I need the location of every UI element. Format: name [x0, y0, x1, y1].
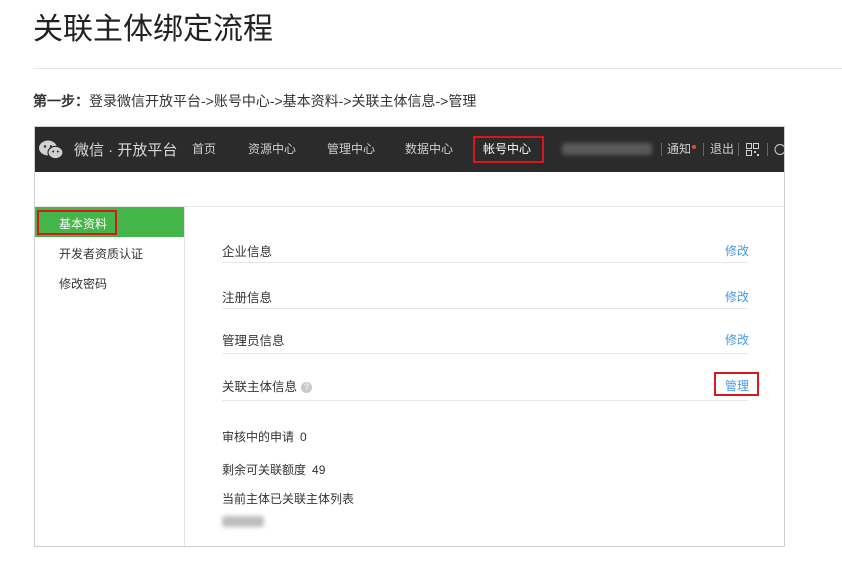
registration-info-label: 注册信息 [222, 291, 273, 305]
brand-logo[interactable]: 微信 · 开放平台 [35, 127, 177, 172]
pending-applications: 审核中的申请 0 [222, 428, 307, 445]
step-instruction: 第一步：登录微信开放平台->账号中心->基本资料->关联主体信息->管理 [33, 92, 476, 110]
divider [703, 143, 704, 156]
highlight-basic-info [37, 210, 117, 235]
qrcode-icon[interactable] [746, 143, 759, 161]
row-divider [222, 400, 748, 401]
highlight-manage-link [714, 372, 759, 396]
title-divider [33, 68, 842, 69]
more-icon[interactable] [774, 143, 784, 161]
top-navigation-bar: 微信 · 开放平台 首页 资源中心 管理中心 数据中心 帐号中心 通知 退出 [35, 127, 784, 172]
divider [661, 143, 662, 156]
notify-dot-icon [692, 145, 696, 149]
step-prefix: 第一步： [33, 93, 89, 109]
divider [738, 143, 739, 156]
nav-management-center[interactable]: 管理中心 [327, 127, 375, 172]
row-divider [222, 262, 748, 263]
sidebar: 基本资料 开发者资质认证 修改密码 [35, 207, 185, 546]
sub-header [35, 172, 784, 207]
company-info-edit-link[interactable]: 修改 [725, 242, 749, 259]
linked-entity-list-label: 当前主体已关联主体列表 [222, 492, 355, 506]
account-email-blurred [562, 143, 652, 155]
remaining-value: 49 [312, 463, 326, 477]
nav-data-center[interactable]: 数据中心 [405, 127, 453, 172]
sidebar-item-developer-verification[interactable]: 开发者资质认证 [59, 245, 143, 262]
remaining-label: 剩余可关联额度 [222, 463, 307, 477]
highlight-account-center [473, 136, 544, 163]
linked-entity-info-label: 关联主体信息? [222, 376, 313, 395]
page-title: 关联主体绑定流程 [33, 13, 273, 46]
pending-value: 0 [300, 430, 307, 444]
help-icon[interactable]: ? [301, 382, 313, 394]
registration-info-edit-link[interactable]: 修改 [725, 288, 749, 305]
row-divider [222, 353, 748, 354]
linked-entity-info-text: 关联主体信息 [222, 380, 298, 394]
admin-info-label: 管理员信息 [222, 334, 285, 348]
nav-home[interactable]: 首页 [192, 127, 216, 172]
sidebar-item-change-password[interactable]: 修改密码 [59, 275, 107, 292]
row-divider [222, 308, 748, 309]
divider [767, 143, 768, 156]
nav-resource-center[interactable]: 资源中心 [248, 127, 296, 172]
brand-name: 微信 · 开放平台 [74, 142, 178, 159]
notify-link[interactable]: 通知 [667, 127, 691, 172]
admin-info-edit-link[interactable]: 修改 [725, 331, 749, 348]
linked-entity-blurred-item [222, 516, 264, 527]
company-info-label: 企业信息 [222, 245, 273, 259]
screenshot-frame: 微信 · 开放平台 首页 资源中心 管理中心 数据中心 帐号中心 通知 退出 基… [34, 126, 785, 547]
pending-label: 审核中的申请 [222, 430, 295, 444]
wechat-icon [38, 139, 64, 161]
logout-link[interactable]: 退出 [710, 127, 734, 172]
step-text: 登录微信开放平台->账号中心->基本资料->关联主体信息->管理 [89, 93, 477, 109]
remaining-quota: 剩余可关联额度 49 [222, 461, 325, 478]
